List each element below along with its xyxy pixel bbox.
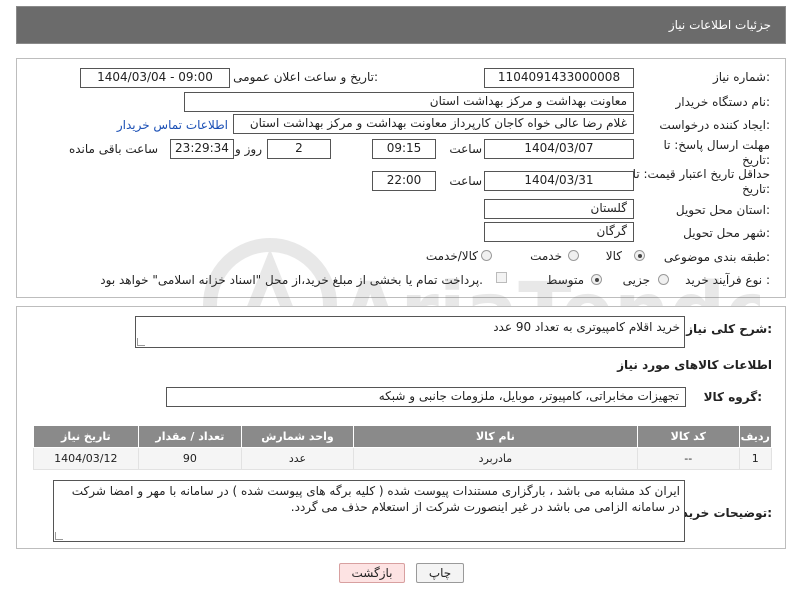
resize-grip-icon[interactable] [55,532,63,540]
col-date: تاریخ نیاز [33,425,139,448]
contact-buyer-link[interactable]: اطلاعات تماس خریدار [117,118,228,132]
print-button[interactable]: چاپ [416,563,464,583]
payment-note: پرداخت تمام یا بخشی از مبلغ خرید،از محل … [100,273,483,287]
process-radio-medium[interactable] [591,274,602,285]
buyer-notes-text: ایران کد مشابه می باشد ، بارگزاری مستندا… [71,484,680,514]
deadline-date-field: 1404/03/07 [484,139,634,159]
cell-row: 1 [738,447,773,470]
cell-qty: 90 [137,447,243,470]
min-price-label: حداقل تاریخ اعتبار قیمت: تا تاریخ: [632,167,770,196]
process-label: نوع فرآیند خرید : [685,273,770,287]
deadline-label: مهلت ارسال پاسخ: تا تاریخ: [663,138,770,167]
category-option-both: کالا/خدمت [425,249,478,263]
page-header: جزئیات اطلاعات نیاز [16,6,786,44]
min-price-time-label: ساعت [449,174,482,188]
category-radio-service[interactable] [568,250,579,261]
table-header-row: ردیف کد کالا نام کالا واحد شمارش تعداد /… [33,425,773,448]
announce-field: 1404/03/04 - 09:00 [80,68,230,88]
category-option-service: خدمت [530,249,562,263]
cell-date: 1404/03/12 [33,447,139,470]
resize-grip-icon[interactable] [137,338,145,346]
cell-unit: عدد [241,447,354,470]
province-field: گلستان [484,199,634,219]
col-unit: واحد شمارش [241,425,354,448]
goods-group-field: تجهیزات مخابراتی، کامپیوتر، موبایل، ملزو… [166,387,686,407]
days-field: 2 [267,139,331,159]
category-label: طبقه بندی موضوعی: [663,250,770,264]
process-radio-minor[interactable] [658,274,669,285]
category-option-goods: کالا [605,249,622,263]
days-label: روز و [235,142,262,156]
table-row[interactable]: 1 -- مادربرد عدد 90 1404/03/12 [33,447,773,470]
process-option-minor: جزیی [622,273,650,287]
buyer-org-field: معاونت بهداشت و مرکز بهداشت استان [184,92,634,112]
buyer-notes-label: توضیحات خریدار: [670,506,772,520]
summary-text: خرید اقلام کامپیوتری به تعداد 90 عدد [493,320,680,334]
buyer-org-label: نام دستگاه خریدار: [675,95,771,109]
city-label: شهر محل تحویل: [683,226,770,240]
need-number-label: شماره نیاز: [712,70,770,84]
min-price-date-field: 1404/03/31 [484,171,634,191]
col-code: کد کالا [637,425,740,448]
summary-textarea: خرید اقلام کامپیوتری به تعداد 90 عدد [135,316,685,348]
cell-name: مادربرد [352,447,639,470]
category-radio-goods[interactable] [634,250,645,261]
buyer-notes-textarea: ایران کد مشابه می باشد ، بارگزاری مستندا… [53,480,685,542]
summary-label: شرح کلی نیاز: [686,322,772,336]
goods-group-label: گروه کالا: [703,390,762,404]
goods-table: ردیف کد کالا نام کالا واحد شمارش تعداد /… [33,425,773,470]
treasury-payment-checkbox[interactable] [496,272,507,283]
city-field: گرگان [484,222,634,242]
announce-label: تاریخ و ساعت اعلان عمومی: [233,70,378,84]
back-button[interactable]: بازگشت [339,563,405,583]
goods-section-title: اطلاعات کالاهای مورد نیاز [617,358,772,372]
remaining-time-field: 23:29:34 [170,139,234,159]
creator-label: ایجاد کننده درخواست: [659,118,770,132]
cell-code: -- [637,447,740,470]
remaining-label: ساعت باقی مانده [68,142,158,156]
creator-field: غلام رضا عالی خواه کاجان کارپرداز معاونت… [233,114,634,134]
col-row: ردیف [738,425,773,448]
need-number-field: 1104091433000008 [484,68,634,88]
process-option-medium: متوسط [546,273,584,287]
min-price-time-field: 22:00 [372,171,436,191]
category-radio-both[interactable] [481,250,492,261]
col-name: نام کالا [352,425,639,448]
deadline-time-field: 09:15 [372,139,436,159]
page-title: جزئیات اطلاعات نیاز [668,18,771,32]
col-qty: تعداد / مقدار [137,425,243,448]
province-label: استان محل تحویل: [675,203,770,217]
deadline-time-label: ساعت [449,142,482,156]
